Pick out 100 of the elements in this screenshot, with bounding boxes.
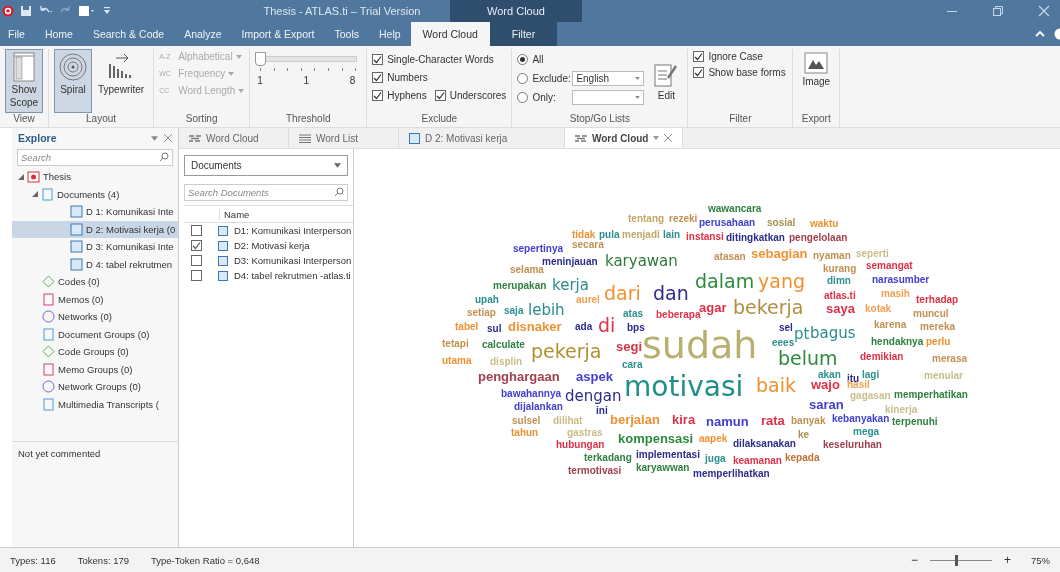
tree-item[interactable]: Document Groups (0) <box>12 325 178 343</box>
checkbox[interactable] <box>372 71 384 83</box>
expand-arrow-icon[interactable] <box>18 173 24 180</box>
radio-button[interactable] <box>517 92 529 103</box>
ribbon-tab[interactable]: Filter <box>489 22 558 46</box>
checkbox[interactable] <box>191 255 202 266</box>
document-name[interactable]: D4: tabel rekrutmen -atlas.ti <box>234 270 351 281</box>
caret-icon[interactable] <box>653 136 660 140</box>
caret-icon <box>228 71 235 76</box>
ribbon-tab[interactable]: Search & Code <box>82 22 175 46</box>
column-header[interactable]: Name <box>219 208 250 220</box>
tree-item[interactable]: D 1: Komunikasi Inte <box>12 203 178 221</box>
ribbon-tab[interactable]: Word Cloud <box>410 22 490 46</box>
show-scope-button[interactable]: Show Scope <box>5 49 43 113</box>
layout-button[interactable]: Spiral <box>54 49 92 113</box>
ribbon-tab[interactable]: Home <box>34 22 83 46</box>
edit-button[interactable]: Edit <box>650 49 683 113</box>
document-tab[interactable]: Word Cloud <box>179 128 289 148</box>
tree-item[interactable]: D 3: Komunikasi Inte <box>12 238 178 256</box>
ribbon-tab[interactable]: Tools <box>324 22 369 46</box>
cloud-word: bagus <box>810 324 856 342</box>
word-cloud-icon <box>189 133 201 143</box>
document-icon <box>70 222 83 236</box>
document-name[interactable]: D1: Komunikasi Interperson <box>234 225 352 236</box>
checkbox[interactable] <box>693 67 705 78</box>
dropdown-icon[interactable] <box>151 135 158 141</box>
cloud-word: rata <box>761 413 785 429</box>
cloud-word: muncul <box>913 307 949 319</box>
zoom-out-button[interactable]: − <box>906 553 922 567</box>
checkbox[interactable] <box>693 51 705 62</box>
slider-thumb[interactable] <box>955 554 959 566</box>
tree-item[interactable]: D 2: Motivasi kerja (0 <box>12 220 178 238</box>
tree-item[interactable]: Multimedia Transcripts ( <box>12 395 178 413</box>
layout-button[interactable]: Typewriter <box>94 49 149 113</box>
ribbon-tab[interactable]: Import & Export <box>231 22 325 46</box>
cloud-word: sebagian <box>751 246 808 262</box>
checkbox-label: Underscores <box>449 89 507 101</box>
tree-item[interactable]: D 4: tabel rekrutmen <box>12 255 178 273</box>
ribbon-tab[interactable]: File <box>0 22 35 46</box>
search-field[interactable]: Search <box>17 149 173 166</box>
project-icon <box>27 170 40 184</box>
spiral-icon <box>58 52 88 82</box>
folder-icon <box>42 327 55 341</box>
tree-item[interactable]: Thesis <box>12 168 178 186</box>
collapse-ribbon-icon[interactable] <box>1034 29 1046 39</box>
checkbox[interactable] <box>372 53 384 65</box>
cloud-word: seperti <box>856 247 889 259</box>
checkbox[interactable] <box>434 89 446 101</box>
checkbox[interactable] <box>191 225 202 236</box>
restore-icon[interactable] <box>992 5 1004 17</box>
document-name[interactable]: D3: Komunikasi Interperson <box>234 255 352 266</box>
search-icon <box>334 187 344 197</box>
documents-dropdown[interactable]: Documents <box>184 155 348 176</box>
radio-button[interactable] <box>517 54 529 65</box>
save-icon[interactable] <box>20 5 32 17</box>
ribbon-tab[interactable]: Help <box>369 22 411 46</box>
diamond-icon <box>42 345 55 359</box>
document-tab[interactable]: Word Cloud <box>565 128 684 148</box>
radio-button[interactable] <box>517 73 529 84</box>
ribbon-tab[interactable]: Analyze <box>174 22 232 46</box>
checkbox[interactable] <box>372 89 384 101</box>
network-icon <box>42 380 55 394</box>
tree-item[interactable]: Networks (0) <box>12 308 178 326</box>
cloud-word: nyaman <box>813 249 851 261</box>
document-name[interactable]: D2: Motivasi kerja <box>234 240 310 251</box>
tree-item[interactable]: Codes (0) <box>12 273 178 291</box>
tick-label: 8 <box>349 75 356 86</box>
cloud-word: mereka <box>920 320 956 332</box>
document-tab[interactable]: Word List <box>289 128 399 148</box>
document-icon <box>218 255 228 266</box>
tree-item[interactable]: Documents (4) <box>12 185 178 203</box>
cloud-word: saran <box>809 397 844 413</box>
cloud-word: kerja <box>552 276 589 294</box>
group-label: Export <box>800 113 832 126</box>
context-title: Word Cloud <box>450 0 582 22</box>
expand-arrow-icon[interactable] <box>32 191 38 198</box>
cloud-word: hendaknya <box>871 335 924 347</box>
export-image-button[interactable]: Image <box>798 49 835 113</box>
checkbox[interactable] <box>191 240 202 251</box>
cloud-word: ada <box>575 320 593 332</box>
close-icon[interactable] <box>664 134 673 142</box>
close-icon[interactable] <box>164 134 172 142</box>
cloud-word: dari <box>604 283 641 305</box>
cloud-word: dan <box>653 283 689 305</box>
tree-item[interactable]: Network Groups (0) <box>12 378 178 396</box>
group-label: View <box>12 113 36 126</box>
search-field[interactable]: Search Documents <box>184 184 348 201</box>
memo-icon <box>42 292 55 306</box>
checkbox[interactable] <box>191 270 202 281</box>
zoom-in-button[interactable]: + <box>999 553 1015 567</box>
cloud-word: kebanyakan <box>832 412 890 424</box>
caret-icon <box>334 163 341 168</box>
slider-thumb[interactable] <box>255 52 267 66</box>
tree-item[interactable]: Code Groups (0) <box>12 343 178 361</box>
cloud-word: sosial <box>767 216 796 228</box>
tree-item[interactable]: Memo Groups (0) <box>12 360 178 378</box>
tree-item[interactable]: Memos (0) <box>12 290 178 308</box>
layout-icon[interactable] <box>78 5 96 17</box>
list-dropdown[interactable]: English <box>572 71 645 86</box>
threshold-slider[interactable] <box>255 51 360 73</box>
